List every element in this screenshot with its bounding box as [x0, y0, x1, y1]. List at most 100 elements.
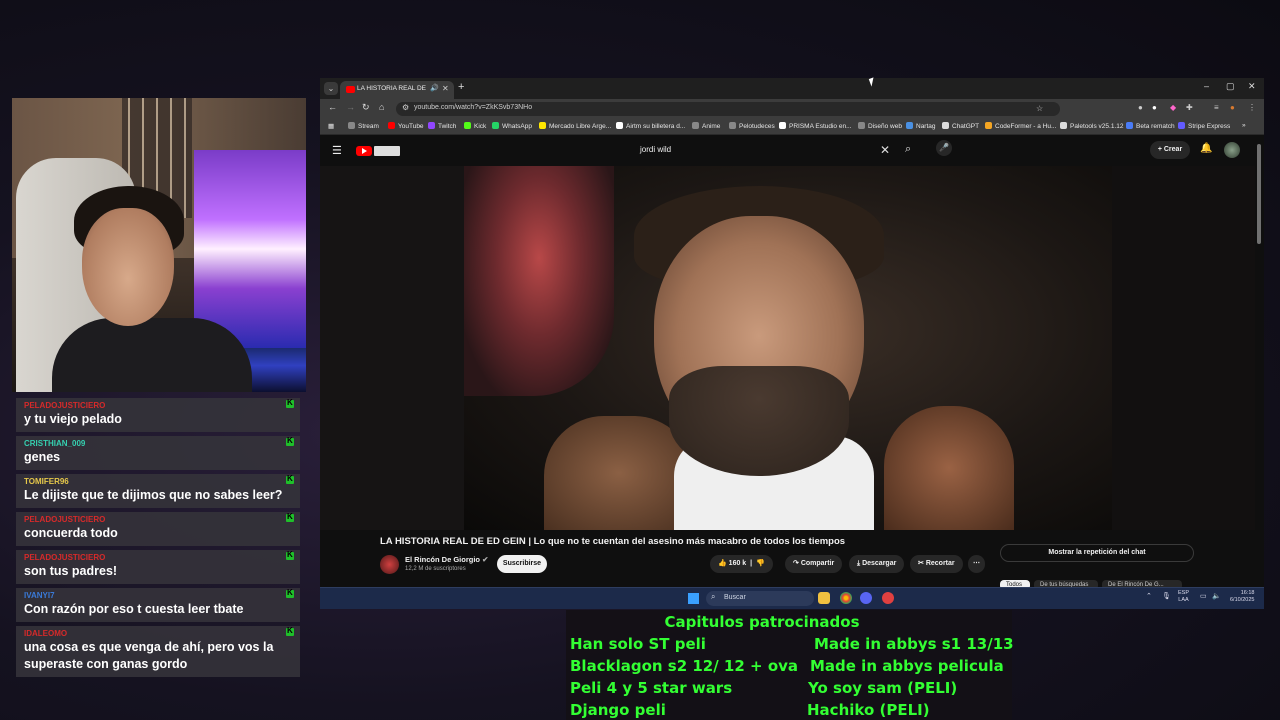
- back-button[interactable]: ←: [328, 102, 337, 112]
- bookmark-favicon-icon: [779, 122, 786, 129]
- bookmark-item[interactable]: Mercado Libre Arge...: [539, 122, 611, 130]
- bookmark-item[interactable]: Kick: [464, 122, 486, 130]
- reload-button[interactable]: ↻: [362, 102, 370, 113]
- microphone-tray-icon[interactable]: 🎙: [1162, 592, 1171, 600]
- download-button[interactable]: ⤓ Descargar: [849, 555, 905, 573]
- bookmark-item[interactable]: Stream: [348, 122, 379, 130]
- new-tab-button[interactable]: +: [458, 81, 464, 93]
- volume-icon[interactable]: 🔈: [1212, 592, 1221, 600]
- bookmarks-overflow-icon[interactable]: »: [1242, 122, 1246, 129]
- youtube-wordmark[interactable]: [374, 146, 400, 156]
- extension-icon[interactable]: ◆: [1170, 103, 1176, 112]
- sponsored-item: Yo soy sam (PELI): [808, 679, 958, 697]
- close-window-button[interactable]: ✕: [1248, 81, 1256, 92]
- bookmark-item[interactable]: Beta rematch: [1126, 122, 1175, 130]
- bookmark-favicon-icon: [1126, 122, 1133, 129]
- channel-name[interactable]: El Rincón De Giorgio ✔: [405, 555, 488, 564]
- bookmark-item[interactable]: Twitch: [428, 122, 456, 130]
- bookmark-item[interactable]: CodeFormer - a Hu...: [985, 122, 1056, 130]
- speaker-icon[interactable]: 🔊: [430, 84, 439, 92]
- network-icon[interactable]: ▭: [1200, 592, 1207, 600]
- bookmark-item[interactable]: Stripe Express: [1178, 122, 1230, 130]
- tab-search-button[interactable]: ⌄: [324, 82, 338, 95]
- bookmark-item[interactable]: YouTube: [388, 122, 424, 130]
- clock-date: 6/10/2025: [1230, 597, 1255, 603]
- taskbar-search[interactable]: ⌕ Buscar: [706, 591, 814, 606]
- chrome-icon[interactable]: [840, 592, 852, 604]
- file-explorer-icon[interactable]: [818, 592, 830, 604]
- site-info-icon[interactable]: ⚙: [402, 103, 409, 112]
- chat-username[interactable]: PELADOJUSTICIERO: [24, 401, 292, 411]
- clear-search-icon[interactable]: ✕: [880, 143, 890, 157]
- kick-badge-icon: [286, 626, 294, 636]
- system-clock[interactable]: 16:18 6/10/2025: [1230, 590, 1254, 604]
- kick-badge-icon: [286, 398, 294, 408]
- video-title: LA HISTORIA REAL DE ED GEIN | Lo que no …: [380, 536, 846, 547]
- share-button[interactable]: ↷ Compartir: [785, 555, 843, 573]
- bookmark-label: CodeFormer - a Hu...: [995, 123, 1057, 130]
- search-icon: ⌕: [711, 592, 716, 601]
- windows-taskbar: ⌕ Buscar ⌃ 🎙 ESP LAA ▭ 🔈 16:18 6/10/2025: [320, 587, 1264, 609]
- youtube-favicon-icon: [346, 86, 355, 93]
- minimize-button[interactable]: –: [1204, 81, 1209, 91]
- language-indicator[interactable]: ESP LAA: [1178, 590, 1189, 604]
- subscribe-button[interactable]: Suscribirse: [497, 555, 547, 573]
- maximize-button[interactable]: ▢: [1226, 81, 1235, 92]
- bookmark-favicon-icon: [985, 122, 992, 129]
- account-avatar[interactable]: [1224, 142, 1240, 158]
- chat-username[interactable]: PELADOJUSTICIERO: [24, 553, 292, 563]
- more-actions-button[interactable]: ⋯: [968, 555, 985, 573]
- extensions-puzzle-icon[interactable]: ✚: [1186, 103, 1193, 112]
- tab-close-icon[interactable]: ✕: [442, 84, 449, 93]
- chat-username[interactable]: TOMIFER96: [24, 477, 292, 487]
- like-button[interactable]: 👍 160 k | 👎: [710, 555, 773, 573]
- hamburger-menu-icon[interactable]: ☰: [332, 144, 342, 157]
- chat-text: concuerda todo: [24, 526, 118, 540]
- profile-icon[interactable]: ●: [1230, 103, 1235, 112]
- discord-icon[interactable]: [860, 592, 872, 604]
- create-button[interactable]: + Crear: [1150, 141, 1190, 159]
- bookmark-star-icon[interactable]: ☆: [1036, 104, 1043, 113]
- kick-badge-icon: [286, 588, 294, 598]
- address-bar[interactable]: ⚙ youtube.com/watch?v=ZkKSvb73NHo ☆: [396, 102, 1060, 116]
- menu-kebab-icon[interactable]: ⋮: [1248, 103, 1256, 112]
- app-icon[interactable]: [882, 592, 894, 604]
- browser-tab[interactable]: LA HISTORIA REAL DE ED G 🔊 ✕: [340, 81, 454, 99]
- sponsored-item: Made in abbys pelicula: [810, 657, 1004, 675]
- chat-username[interactable]: IDALEOMO: [24, 629, 292, 639]
- bookmark-item[interactable]: Airtm su billetera d...: [616, 122, 685, 130]
- scissors-icon: ✂: [918, 560, 924, 567]
- chat-username[interactable]: CRISTHIAN_009: [24, 439, 292, 449]
- bookmark-favicon-icon: [942, 122, 949, 129]
- notifications-bell-icon[interactable]: 🔔: [1200, 143, 1212, 154]
- bookmark-item[interactable]: Diseño web: [858, 122, 902, 130]
- bookmark-item[interactable]: WhatsApp: [492, 122, 532, 130]
- home-button[interactable]: ⌂: [379, 102, 384, 112]
- media-control-icon[interactable]: ≡: [1214, 103, 1219, 112]
- apps-grid-icon[interactable]: ▦: [328, 122, 334, 130]
- bookmark-favicon-icon: [388, 122, 395, 129]
- bookmark-item[interactable]: Paletools v25.1.12: [1060, 122, 1123, 130]
- page-scrollbar[interactable]: [1257, 144, 1261, 244]
- channel-avatar[interactable]: [380, 555, 399, 574]
- forward-button[interactable]: →: [346, 102, 355, 112]
- search-input[interactable]: jordi wild: [640, 145, 671, 154]
- bookmark-item[interactable]: Anime: [692, 122, 720, 130]
- video-player[interactable]: [464, 166, 1112, 530]
- search-icon[interactable]: ⌕: [905, 143, 911, 156]
- bookmark-item[interactable]: Pelotudeces: [729, 122, 775, 130]
- show-chat-replay-button[interactable]: Mostrar la repetición del chat: [1000, 544, 1194, 562]
- search-box[interactable]: jordi wild ✕: [632, 140, 900, 162]
- bookmark-item[interactable]: PRISMA Estudio en...: [779, 122, 852, 130]
- chat-username[interactable]: IVANYI7: [24, 591, 292, 601]
- extension-icon[interactable]: ●: [1138, 103, 1143, 112]
- youtube-logo[interactable]: [356, 146, 372, 156]
- microphone-icon[interactable]: 🎤: [936, 140, 952, 156]
- tray-chevron-icon[interactable]: ⌃: [1146, 592, 1152, 600]
- bookmark-item[interactable]: Nartag: [906, 122, 936, 130]
- chat-username[interactable]: PELADOJUSTICIERO: [24, 515, 292, 525]
- extension-icon[interactable]: ●: [1152, 103, 1157, 112]
- clip-button[interactable]: ✂ Recortar: [910, 555, 963, 573]
- windows-start-icon[interactable]: [688, 593, 699, 604]
- bookmark-item[interactable]: ChatGPT: [942, 122, 979, 130]
